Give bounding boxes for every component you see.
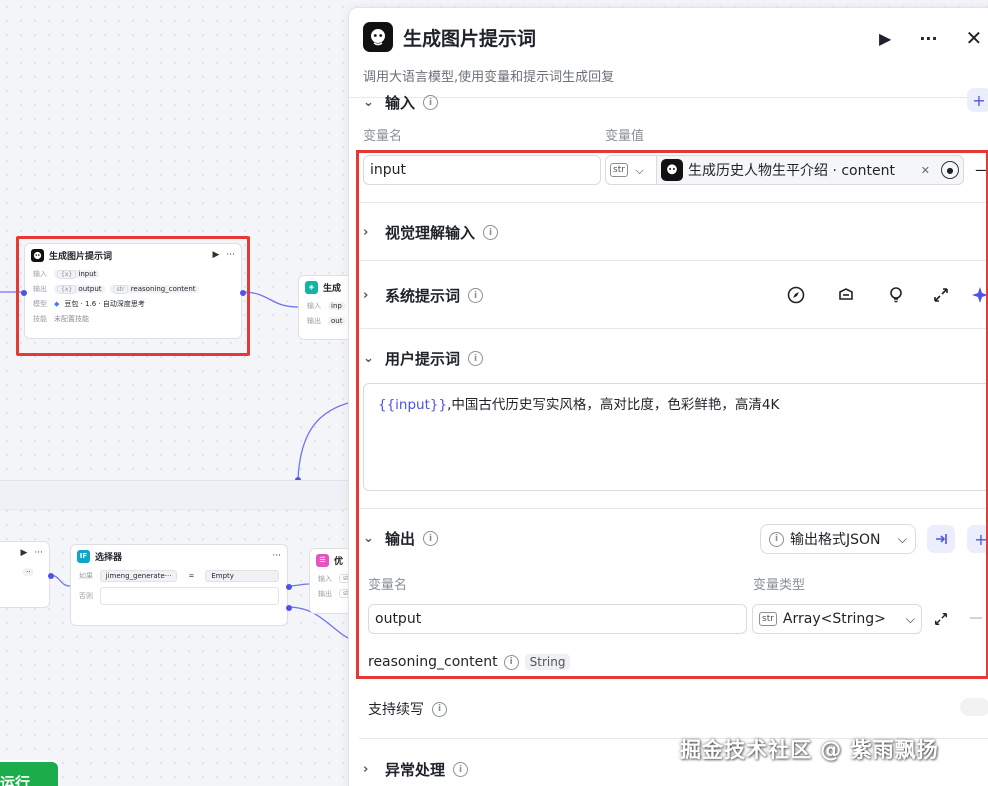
input-var-name-field[interactable]: input	[363, 155, 601, 185]
expand-icon[interactable]	[930, 608, 952, 630]
panel-title: 生成图片提示词	[403, 27, 537, 50]
info-icon: i	[483, 225, 499, 240]
output-section-header[interactable]: ⌄ 输出 i	[363, 528, 439, 549]
target-icon[interactable]: ●	[941, 161, 959, 179]
chevron-down-icon: ⌵	[905, 612, 915, 626]
add-input-button[interactable]: +	[967, 88, 988, 112]
node-config-panel: 生成图片提示词 ▶ ··· ✕ 调用大语言模型,使用变量和提示词生成回复 ⌄ 输…	[348, 7, 988, 786]
close-icon[interactable]: ✕	[966, 26, 983, 50]
compass-icon[interactable]	[785, 284, 807, 306]
model-icon: ◆	[54, 299, 60, 308]
node-title: 生成图片提示词	[49, 251, 113, 262]
node-row-input: 输入 {x} input	[25, 266, 241, 281]
exception-section-header[interactable]: › 异常处理 i	[363, 759, 469, 780]
bot-icon	[363, 22, 393, 52]
chevron-down-icon: ⌄	[363, 95, 374, 110]
list-icon: ☰	[316, 553, 329, 567]
play-icon[interactable]: ▶	[212, 250, 219, 260]
add-output-button[interactable]: +	[967, 525, 988, 553]
input-col-name: 变量名	[363, 129, 403, 144]
vision-section-header[interactable]: › 视觉理解输入 i	[363, 222, 499, 243]
more-icon[interactable]: ···	[34, 548, 43, 558]
system-prompt-section-header[interactable]: › 系统提示词 i	[363, 285, 484, 306]
info-icon: i	[468, 351, 484, 366]
node-row-model: 模型 ◆ 豆包 · 1.6 · 自动深度思考	[33, 299, 145, 308]
info-icon: i	[423, 95, 439, 110]
library-icon[interactable]	[835, 284, 857, 306]
input-col-value: 变量值	[605, 129, 645, 144]
bot-icon	[661, 159, 683, 181]
continue-writing-toggle[interactable]	[960, 698, 988, 716]
layers-icon: ◈	[305, 280, 318, 294]
play-icon[interactable]: ▶	[20, 548, 27, 558]
user-prompt-section-header[interactable]: ⌄ 用户提示词 i	[363, 348, 484, 369]
prompt-text: ,中国古代历史写实风格，高对比度，色彩鲜艳，高清4K	[447, 397, 780, 413]
more-icon[interactable]: ···	[919, 29, 937, 48]
bot-icon	[31, 248, 44, 262]
user-prompt-editor[interactable]: {{input}},中国古代历史写实风格，高对比度，色彩鲜艳，高清4K	[363, 383, 988, 491]
sparkle-icon[interactable]	[969, 284, 988, 306]
partial-node-chip: ··	[23, 567, 34, 576]
panel-description: 调用大语言模型,使用变量和提示词生成回复	[363, 70, 615, 85]
chevron-down-icon: ⌄	[363, 351, 374, 366]
more-icon[interactable]: ···	[226, 250, 235, 260]
run-button[interactable]: 运行	[0, 760, 60, 786]
more-icon[interactable]: ···	[272, 551, 281, 561]
expand-icon[interactable]	[930, 284, 952, 306]
node-row-output: 输出 {x} output str reasoning_content	[25, 281, 241, 296]
watermark: 掘金技术社区 @ 紫雨飘扬	[680, 738, 939, 762]
if-icon: IF	[77, 549, 90, 563]
import-icon[interactable]	[927, 525, 955, 553]
chevron-right-icon: ›	[363, 288, 369, 303]
input-reference-chip[interactable]: 生成历史人物生平介绍 · content ✕ ●	[656, 155, 964, 185]
info-icon: i	[432, 701, 447, 717]
selector-node[interactable]: IF 选择器 ··· 如果 jimeng_generate··· = Empty…	[70, 544, 292, 626]
prompt-variable: {{input}}	[378, 397, 448, 413]
chevron-right-icon: ›	[363, 762, 369, 777]
remove-output-icon[interactable]: —	[969, 610, 983, 626]
node-row-skill: 技能 未配置技能	[33, 314, 89, 323]
clear-icon[interactable]: ✕	[921, 164, 930, 177]
output-col-name: 变量名	[368, 578, 408, 593]
run-node-icon[interactable]: ▶	[879, 29, 891, 48]
chevron-down-icon: ⌵	[897, 531, 907, 546]
output-format-select[interactable]: i 输出格式JSON ⌵	[760, 524, 916, 554]
reasoning-output-row: reasoning_content i String	[368, 654, 571, 670]
input-section-header[interactable]: ⌄ 输入 i	[363, 92, 439, 113]
bulb-icon[interactable]	[885, 284, 907, 306]
output-col-type: 变量类型	[753, 578, 806, 593]
info-icon: i	[453, 762, 469, 777]
chevron-right-icon: ›	[363, 225, 369, 240]
output-type-select[interactable]: str Array<String> ⌵	[752, 604, 922, 634]
output-var-name-field[interactable]: output	[368, 604, 747, 634]
info-icon: i	[769, 531, 784, 547]
chevron-down-icon: ⌵	[635, 164, 644, 177]
info-icon: i	[423, 531, 439, 546]
chevron-down-icon: ⌄	[363, 531, 374, 546]
partial-node[interactable]: ▶ ··· ··	[0, 541, 54, 608]
canvas-divider-band	[0, 480, 350, 510]
continue-writing-row: 支持续写 i	[368, 699, 447, 719]
llm-node-generate-image-prompt[interactable]: 生成图片提示词 ▶ ··· 输入 {x} input 输出 {x} output …	[21, 243, 246, 339]
input-type-select[interactable]: str ⌵	[605, 155, 657, 185]
info-icon: i	[503, 654, 519, 670]
remove-input-icon[interactable]: —	[975, 160, 988, 179]
info-icon: i	[468, 288, 484, 303]
